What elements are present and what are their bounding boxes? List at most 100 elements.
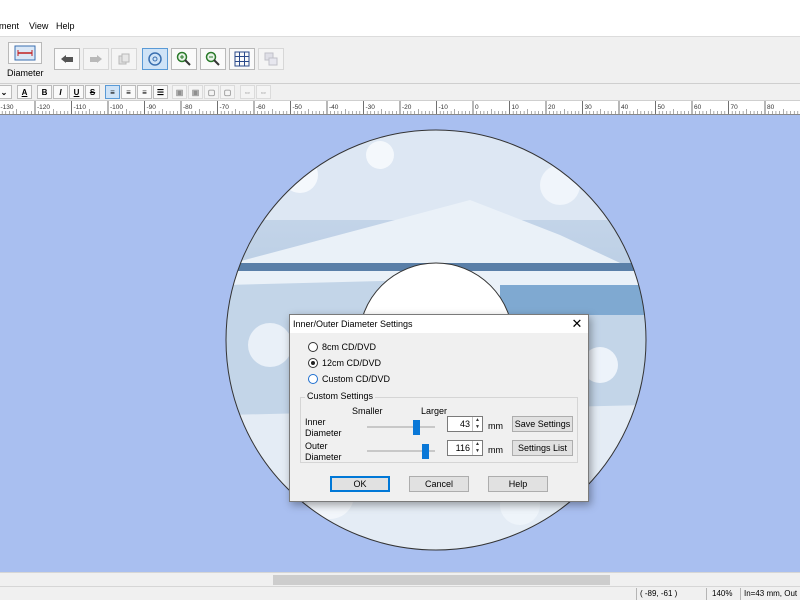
ruler-tick-label: 50 [658, 104, 666, 111]
custom-settings-group: Custom Settings Smaller Larger Inner Dia… [300, 391, 578, 463]
ruler-tick-label: -90 [147, 104, 157, 111]
italic-button[interactable]: I [53, 85, 68, 99]
send-back-icon: ▣ [191, 87, 200, 97]
close-icon: ✕ [571, 316, 583, 331]
font-dropdown-toggle[interactable]: ⌄ [0, 85, 12, 99]
flip-horizontal-button[interactable]: ⇔ [240, 85, 255, 99]
horizontal-scrollbar[interactable] [0, 572, 800, 586]
ruler-tick-label: 60 [694, 104, 702, 111]
ruler-tick-label: 10 [512, 104, 520, 111]
layout-button[interactable] [258, 48, 284, 70]
layout-icon [264, 52, 278, 66]
cancel-button[interactable]: Cancel [409, 476, 469, 492]
redo-icon [90, 55, 102, 63]
inner-diameter-label: Inner Diameter [305, 417, 342, 438]
outer-unit: mm [488, 445, 503, 455]
forward-icon: ▢ [207, 87, 216, 97]
scrollbar-thumb[interactable] [273, 575, 610, 585]
save-settings-button[interactable]: Save Settings [512, 416, 573, 432]
ruler-tick-label: -70 [220, 104, 230, 111]
smaller-label: Smaller [352, 406, 383, 416]
zoom-out-button[interactable] [200, 48, 226, 70]
inner-diameter-stepper[interactable]: 43 ▲ ▼ [447, 416, 483, 432]
outer-slider-thumb[interactable] [421, 444, 429, 459]
diameter-settings-dialog: Inner/Outer Diameter Settings ✕ 8cm CD/D… [289, 314, 589, 502]
grid-icon [234, 51, 250, 67]
status-separator [706, 588, 707, 600]
inner-unit: mm [488, 421, 503, 431]
ruler-tick-label: 20 [548, 104, 556, 111]
fit-disc-button[interactable] [142, 48, 168, 70]
status-separator [740, 588, 741, 600]
align-left-button[interactable]: ≡ [105, 85, 120, 99]
underline-button[interactable]: U [69, 85, 84, 99]
ruler-tick-label: 0 [475, 104, 479, 111]
close-button[interactable]: ✕ [570, 316, 584, 332]
undo-button[interactable] [54, 48, 80, 70]
spin-arrows-icon[interactable]: ▲ ▼ [472, 417, 482, 431]
backward-button[interactable]: ▢ [220, 85, 235, 99]
ruler-tick-label: -40 [329, 104, 339, 111]
inner-diameter-slider[interactable] [367, 420, 435, 435]
grid-button[interactable] [229, 48, 255, 70]
main-toolbar: Diameter [0, 36, 800, 84]
undo-icon [61, 55, 73, 63]
ruler-tick-label: -100 [110, 104, 123, 111]
radio-circle[interactable] [308, 358, 318, 368]
justify-button[interactable]: ☰ [153, 85, 168, 99]
diameter-icon [14, 45, 36, 61]
align-center-icon: ≡ [126, 87, 131, 97]
redo-button[interactable] [83, 48, 109, 70]
align-right-icon: ≡ [142, 87, 147, 97]
radio-circle[interactable] [308, 374, 318, 384]
help-button[interactable]: Help [488, 476, 548, 492]
ruler-tick-label: -130 [1, 104, 14, 111]
diameter-info: In=43 mm, Out [744, 589, 798, 598]
zoom-in-button[interactable] [171, 48, 197, 70]
flip-horizontal-icon: ⇔ [243, 87, 252, 97]
bring-front-icon: ▣ [175, 87, 184, 97]
chevron-down-icon: ⌄ [0, 87, 8, 97]
diameter-button[interactable] [8, 42, 42, 64]
menu-item-view[interactable]: View [29, 21, 48, 31]
larger-label: Larger [421, 406, 448, 416]
status-separator [636, 588, 637, 600]
ruler-ticks: -130 -120 -110 -100 -90 -80 -70 -60 -50 -40 -30 -20… [1, 101, 799, 114]
settings-list-button[interactable]: Settings List [512, 440, 573, 456]
bring-front-button[interactable]: ▣ [172, 85, 187, 99]
radio-8cm[interactable]: 8cm CD/DVD [308, 342, 376, 352]
copy-icon [118, 53, 130, 65]
flip-vertical-icon: ⇔ [259, 87, 268, 97]
zoom-level: 140% [712, 589, 733, 598]
ruler-tick-label: -30 [366, 104, 376, 111]
diameter-label: Diameter [7, 68, 44, 78]
send-back-button[interactable]: ▣ [188, 85, 203, 99]
copy-button[interactable] [111, 48, 137, 70]
ruler-tick-label: 40 [621, 104, 629, 111]
ruler-tick-label: 70 [731, 104, 739, 111]
outer-diameter-value: 116 [455, 443, 470, 453]
align-left-icon: ≡ [110, 87, 115, 97]
radio-custom[interactable]: Custom CD/DVD [308, 374, 390, 384]
spin-arrows-icon[interactable]: ▲ ▼ [472, 441, 482, 455]
menu-item-help[interactable]: Help [56, 21, 75, 31]
forward-button[interactable]: ▢ [204, 85, 219, 99]
outer-diameter-slider[interactable] [367, 444, 435, 459]
inner-slider-thumb[interactable] [412, 420, 420, 435]
strikethrough-button[interactable]: S [85, 85, 100, 99]
radio-circle[interactable] [308, 342, 318, 352]
menu-item-document[interactable]: ment [0, 21, 19, 31]
font-color-button[interactable]: A [17, 85, 32, 99]
align-right-button[interactable]: ≡ [137, 85, 152, 99]
radio-12cm[interactable]: 12cm CD/DVD [308, 358, 381, 368]
group-label: Custom Settings [305, 391, 376, 401]
ruler-tick-label: 30 [585, 104, 593, 111]
dialog-titlebar[interactable]: Inner/Outer Diameter Settings ✕ [290, 315, 588, 333]
zoom-in-icon [176, 51, 191, 66]
ok-button[interactable]: OK [330, 476, 390, 492]
flip-vertical-button[interactable]: ⇔ [256, 85, 271, 99]
justify-icon: ☰ [156, 87, 165, 97]
bold-button[interactable]: B [37, 85, 52, 99]
outer-diameter-stepper[interactable]: 116 ▲ ▼ [447, 440, 483, 456]
align-center-button[interactable]: ≡ [121, 85, 136, 99]
